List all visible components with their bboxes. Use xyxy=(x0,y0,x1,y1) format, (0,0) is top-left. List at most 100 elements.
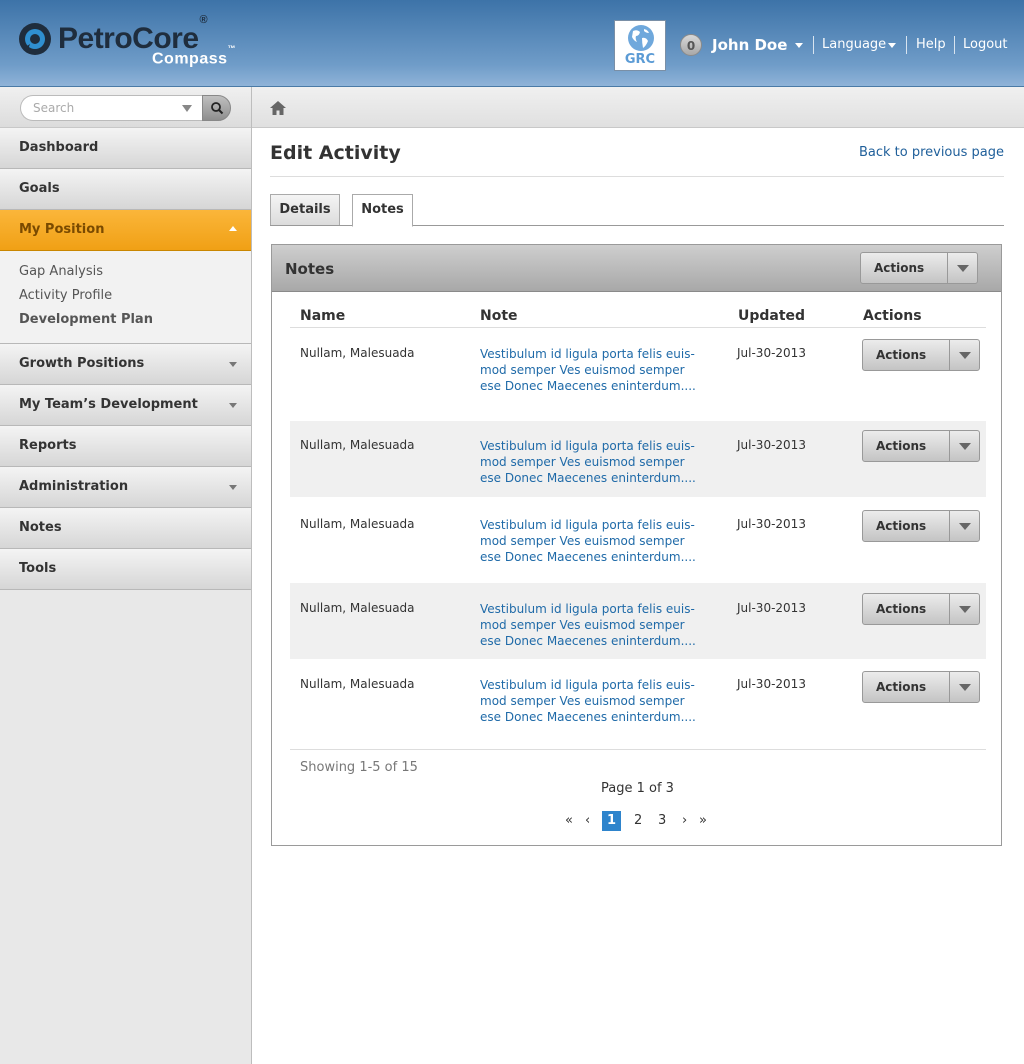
pager-prev-button[interactable]: ‹ xyxy=(585,811,590,831)
row-updated: Jul-30-2013 xyxy=(737,517,806,531)
sidebar-item-tools[interactable]: Tools xyxy=(0,549,251,590)
row-updated: Jul-30-2013 xyxy=(737,346,806,360)
actions-label: Actions xyxy=(874,261,925,275)
table-row: Nullam, Malesuada Vestibulum id ligula p… xyxy=(290,497,986,583)
row-note-link[interactable]: Vestibulum id ligula porta felis euis- m… xyxy=(480,677,710,725)
user-menu[interactable]: John Doe xyxy=(712,36,787,54)
panel-actions-button[interactable]: Actions xyxy=(860,252,978,284)
sidebar-item-reports[interactable]: Reports xyxy=(0,426,251,467)
language-caret-icon[interactable] xyxy=(888,43,896,48)
chevron-down-icon xyxy=(959,443,971,450)
sidebar-item-label: Administration xyxy=(19,479,129,494)
sidebar: Search Dashboard Goals My Position Gap A… xyxy=(0,87,252,1064)
row-actions-button[interactable]: Actions xyxy=(862,593,980,625)
search-icon xyxy=(211,102,224,115)
tab-details[interactable]: Details xyxy=(270,194,340,226)
column-header-updated: Updated xyxy=(738,308,806,324)
globe-icon xyxy=(628,25,654,51)
sidebar-item-dashboard[interactable]: Dashboard xyxy=(0,128,251,169)
subnav-item-activity-profile[interactable]: Activity Profile xyxy=(19,284,251,308)
row-actions-button[interactable]: Actions xyxy=(862,430,980,462)
row-updated: Jul-30-2013 xyxy=(737,438,806,452)
my-position-submenu: Gap Analysis Activity Profile Developmen… xyxy=(0,251,251,344)
pager-page-1[interactable]: 1 xyxy=(602,811,621,831)
row-name: Nullam, Malesuada xyxy=(300,438,415,452)
notes-panel-header: Notes Actions xyxy=(272,245,1001,292)
row-note-link[interactable]: Vestibulum id ligula porta felis euis- m… xyxy=(480,346,710,394)
back-link[interactable]: Back to previous page xyxy=(859,145,1004,160)
logo-registered-mark: ® xyxy=(199,14,208,26)
table-row: Nullam, Malesuada Vestibulum id ligula p… xyxy=(290,421,986,497)
sidebar-item-goals[interactable]: Goals xyxy=(0,169,251,210)
pager-page-2[interactable]: 2 xyxy=(634,811,642,831)
page-indicator: Page 1 of 3 xyxy=(601,781,674,796)
pager-first-button[interactable]: « xyxy=(565,811,573,831)
row-actions-button[interactable]: Actions xyxy=(862,339,980,371)
notification-badge[interactable]: 0 xyxy=(680,34,702,56)
sidebar-item-label: Growth Positions xyxy=(19,356,145,371)
sidebar-item-label: Tools xyxy=(19,561,57,576)
table-row: Nullam, Malesuada Vestibulum id ligula p… xyxy=(290,583,986,659)
column-header-note: Note xyxy=(480,308,518,324)
result-count: Showing 1-5 of 15 xyxy=(300,760,418,775)
pager-page-3[interactable]: 3 xyxy=(658,811,666,831)
logout-link[interactable]: Logout xyxy=(963,37,1008,52)
pager-divider xyxy=(290,749,986,750)
chevron-down-icon xyxy=(959,352,971,359)
sidebar-item-label: Notes xyxy=(19,520,62,535)
header-divider xyxy=(813,36,814,54)
sidebar-item-label: My Team’s Development xyxy=(19,397,198,412)
sidebar-item-administration[interactable]: Administration xyxy=(0,467,251,508)
breadcrumb xyxy=(252,87,1024,128)
sidebar-item-label: Dashboard xyxy=(19,140,99,155)
collapse-caret-icon xyxy=(229,226,237,231)
sidebar-item-my-position[interactable]: My Position xyxy=(0,210,251,251)
row-name: Nullam, Malesuada xyxy=(300,601,415,615)
table-row: Nullam, Malesuada Vestibulum id ligula p… xyxy=(290,659,986,739)
row-note-link[interactable]: Vestibulum id ligula porta felis euis- m… xyxy=(480,517,710,565)
row-updated: Jul-30-2013 xyxy=(737,601,806,615)
pager-next-button[interactable]: › xyxy=(682,811,687,831)
expand-caret-icon xyxy=(229,362,237,367)
row-note-link[interactable]: Vestibulum id ligula porta felis euis- m… xyxy=(480,438,710,486)
sidebar-item-growth-positions[interactable]: Growth Positions xyxy=(0,344,251,385)
column-header-name: Name xyxy=(300,308,346,324)
sidebar-item-team-development[interactable]: My Team’s Development xyxy=(0,385,251,426)
row-actions-button[interactable]: Actions xyxy=(862,671,980,703)
title-divider xyxy=(270,176,1004,177)
row-updated: Jul-30-2013 xyxy=(737,677,806,691)
row-note-link[interactable]: Vestibulum id ligula porta felis euis- m… xyxy=(480,601,710,649)
notes-panel: Notes Actions Name Note Updated Actions … xyxy=(271,244,1002,846)
pager-last-button[interactable]: » xyxy=(699,811,707,831)
petrocore-logo[interactable]: PetroCore® Compass™ xyxy=(18,14,288,70)
search-input[interactable]: Search xyxy=(20,95,202,121)
chevron-down-icon xyxy=(959,606,971,613)
search-button[interactable] xyxy=(202,95,231,121)
sidebar-item-label: Goals xyxy=(19,181,60,196)
notes-panel-title: Notes xyxy=(285,260,335,278)
expand-caret-icon xyxy=(229,485,237,490)
row-actions-button[interactable]: Actions xyxy=(862,510,980,542)
chevron-down-icon xyxy=(959,523,971,530)
help-link[interactable]: Help xyxy=(916,37,946,52)
chevron-down-icon xyxy=(957,265,969,272)
subnav-item-gap-analysis[interactable]: Gap Analysis xyxy=(19,260,251,284)
logo-icon xyxy=(19,23,51,55)
header-divider xyxy=(906,36,907,54)
logo-trademark: ™ xyxy=(227,44,237,53)
sidebar-item-notes[interactable]: Notes xyxy=(0,508,251,549)
table-row: Nullam, Malesuada Vestibulum id ligula p… xyxy=(290,329,986,421)
user-menu-caret-icon[interactable] xyxy=(795,43,803,48)
subnav-item-development-plan[interactable]: Development Plan xyxy=(19,308,251,332)
sidebar-search-bar: Search xyxy=(0,87,251,128)
home-icon[interactable] xyxy=(270,101,286,115)
language-menu[interactable]: Language xyxy=(822,37,886,52)
search-scope-caret-icon[interactable] xyxy=(182,105,192,112)
grc-app-button[interactable]: GRC xyxy=(614,20,666,71)
chevron-down-icon xyxy=(959,684,971,691)
tab-notes[interactable]: Notes xyxy=(352,194,413,227)
page-title: Edit Activity xyxy=(270,142,401,164)
row-name: Nullam, Malesuada xyxy=(300,677,415,691)
logo-subtitle: Compass xyxy=(152,50,228,68)
grc-label: GRC xyxy=(624,52,656,67)
